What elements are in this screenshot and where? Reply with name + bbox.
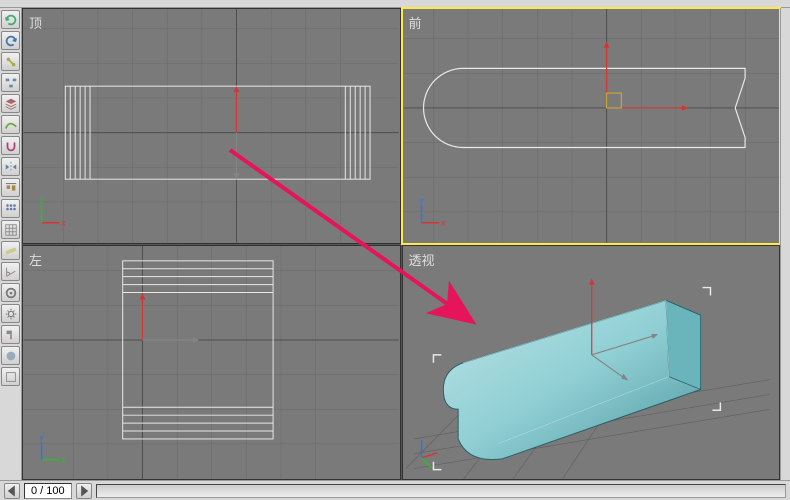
viewport-front-canvas: x y: [403, 9, 780, 243]
tool-grid[interactable]: [1, 220, 20, 239]
viewport-perspective-canvas: [403, 246, 780, 480]
svg-text:z: z: [61, 455, 65, 464]
svg-text:x: x: [61, 219, 65, 228]
time-slider[interactable]: [96, 484, 786, 498]
timeline-next[interactable]: [76, 483, 92, 499]
tool-undo[interactable]: [1, 10, 20, 29]
tool-measure[interactable]: [1, 241, 20, 260]
left-toolbar: [0, 8, 22, 480]
tool-snap[interactable]: [1, 136, 20, 155]
viewport-left[interactable]: 左: [22, 245, 401, 481]
svg-text:y: y: [40, 432, 44, 441]
svg-text:x: x: [441, 219, 445, 228]
viewport-label-perspective: 透视: [409, 250, 435, 269]
command-panel[interactable]: [780, 8, 790, 480]
tool-manage[interactable]: [1, 283, 20, 302]
tool-array[interactable]: [1, 199, 20, 218]
viewport-perspective[interactable]: 透视: [402, 245, 781, 481]
tool-settings[interactable]: [1, 304, 20, 323]
tool-layers[interactable]: [1, 94, 20, 113]
timeline-prev[interactable]: [4, 483, 20, 499]
tool-hammer[interactable]: [1, 325, 20, 344]
viewport-front[interactable]: 前 x y: [402, 8, 781, 244]
tool-redo[interactable]: [1, 31, 20, 50]
viewport-label-top: 顶: [29, 13, 42, 32]
svg-text:y: y: [419, 196, 423, 205]
tool-misc[interactable]: [1, 346, 20, 365]
viewport-left-canvas: z y: [23, 246, 400, 480]
viewport-top-canvas: x z: [23, 9, 400, 243]
frame-counter[interactable]: 0 / 100: [24, 483, 72, 499]
timeline-bar: 0 / 100: [0, 480, 790, 500]
tool-last[interactable]: [1, 367, 20, 386]
tool-mirror[interactable]: [1, 157, 20, 176]
tool-angle[interactable]: [1, 262, 20, 281]
viewport-label-front: 前: [409, 13, 422, 32]
tool-link[interactable]: [1, 52, 20, 71]
viewport-area: 顶: [22, 8, 780, 480]
tool-schematic[interactable]: [1, 73, 20, 92]
top-menu-bar[interactable]: [0, 0, 790, 8]
viewport-label-left: 左: [29, 250, 42, 269]
viewport-top[interactable]: 顶: [22, 8, 401, 244]
svg-text:z: z: [40, 196, 44, 205]
tool-align[interactable]: [1, 178, 20, 197]
tool-curve[interactable]: [1, 115, 20, 134]
